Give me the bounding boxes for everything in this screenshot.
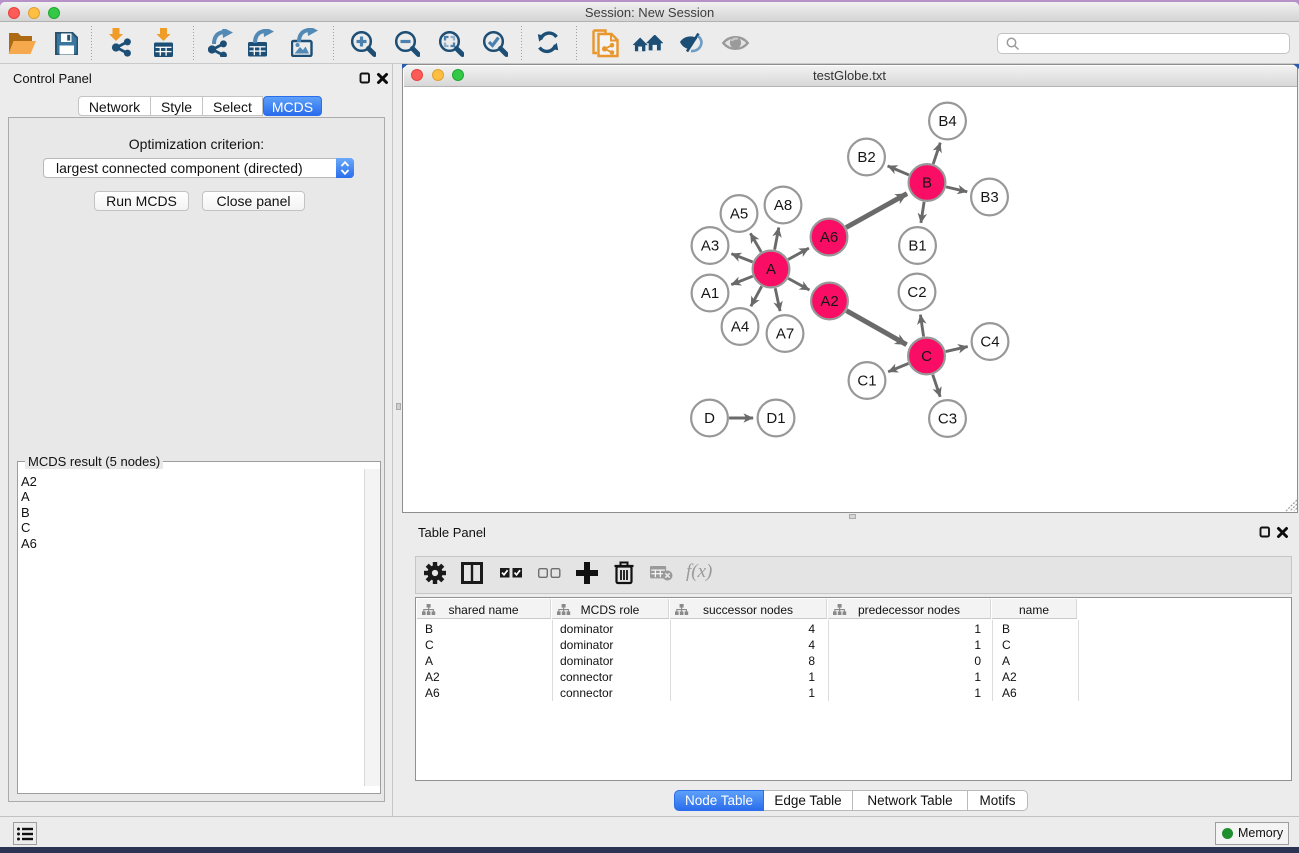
svg-text:B4: B4 <box>938 113 956 130</box>
svg-text:A2: A2 <box>820 293 838 310</box>
svg-text:A8: A8 <box>774 197 792 214</box>
svg-text:A4: A4 <box>731 319 749 336</box>
svg-text:C4: C4 <box>980 334 999 351</box>
svg-text:A5: A5 <box>730 206 748 223</box>
svg-text:D1: D1 <box>766 410 785 427</box>
svg-text:A7: A7 <box>776 326 794 343</box>
svg-text:C2: C2 <box>907 284 926 301</box>
svg-text:A3: A3 <box>701 238 719 255</box>
svg-text:B2: B2 <box>857 149 875 166</box>
svg-text:B3: B3 <box>980 189 998 206</box>
svg-text:B1: B1 <box>908 238 926 255</box>
svg-text:D: D <box>704 410 715 427</box>
svg-text:A6: A6 <box>820 229 838 246</box>
svg-text:A1: A1 <box>701 285 719 302</box>
svg-text:C: C <box>921 348 932 365</box>
svg-text:C1: C1 <box>857 373 876 390</box>
svg-text:C3: C3 <box>938 411 957 428</box>
svg-text:A: A <box>766 261 776 278</box>
svg-text:B: B <box>922 175 932 192</box>
